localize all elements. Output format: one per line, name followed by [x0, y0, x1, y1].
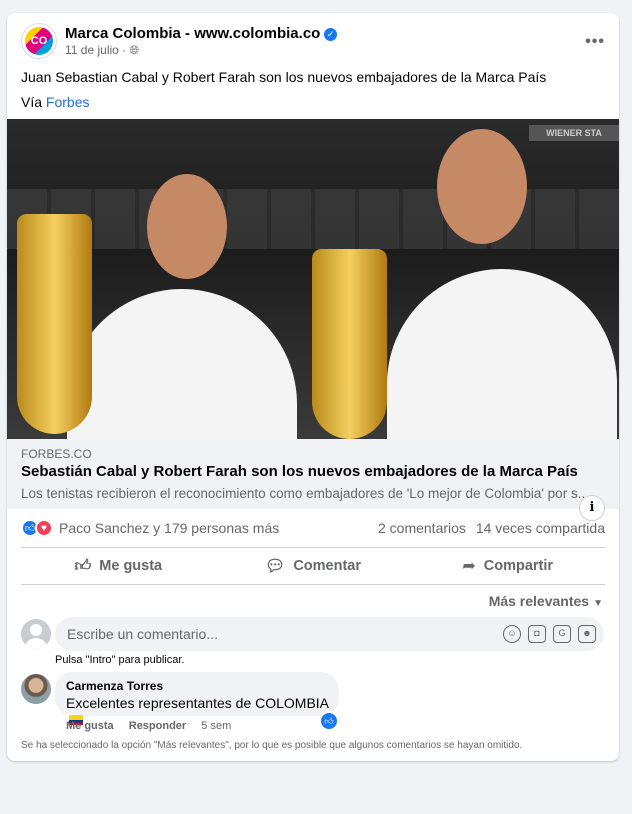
comment-reply-button[interactable]: Responder [129, 720, 186, 732]
caret-down-icon: ▼ [593, 598, 603, 609]
share-label: Compartir [483, 558, 554, 574]
info-icon[interactable]: i [579, 495, 605, 521]
photo-banner-text: WIENER STA [529, 125, 619, 141]
share-button[interactable]: ➦ Compartir [410, 547, 605, 585]
post-meta: 11 de julio · 🌐︎ [65, 43, 139, 58]
love-reaction-icon: ♥ [35, 519, 53, 537]
via-link[interactable]: Forbes [46, 94, 90, 110]
post-via: Vía Forbes [21, 94, 89, 110]
trophy-left [17, 214, 92, 434]
trophy-right [312, 249, 387, 439]
comment-time[interactable]: 5 sem [201, 720, 231, 732]
reactions-summary[interactable]: 👍︎ ♥ Paco Sanchez y 179 personas más [21, 517, 279, 539]
like-label: Me gusta [99, 558, 163, 574]
shares-count[interactable]: 14 veces compartida [476, 520, 605, 536]
player-left-head [147, 174, 227, 279]
like-button[interactable]: 👍︎ Me gusta [21, 547, 216, 585]
page-avatar[interactable]: CO [21, 23, 57, 59]
page-name-text[interactable]: Marca Colombia - www.colombia.co [65, 25, 320, 42]
divider [21, 584, 605, 585]
post-photo[interactable]: WIENER STA [7, 119, 619, 439]
current-user-avatar[interactable] [21, 619, 51, 649]
relevance-notice: Se ha seleccionado la opción "Más releva… [21, 740, 523, 751]
comment-bubble: Carmenza Torres Excelentes representante… [55, 672, 339, 725]
more-options-icon[interactable]: ••• [585, 33, 605, 51]
link-description: Los tenistas recibieron el reconocimient… [21, 486, 589, 501]
post-hint: Pulsa "Intro" para publicar. [55, 654, 185, 666]
comment-text: Excelentes representantes de COLOMBIA [66, 695, 330, 711]
verified-badge-icon: ✓ [324, 28, 338, 41]
comment-button[interactable]: 💬︎ Comentar [216, 547, 411, 585]
share-arrow-icon: ➦ [462, 558, 476, 575]
photo-stands [7, 189, 619, 249]
comment-label: Comentar [293, 558, 361, 574]
emoji-icon[interactable]: ☺ [503, 625, 521, 643]
sort-label: Más relevantes [488, 593, 590, 609]
via-prefix: Vía [21, 94, 46, 110]
comment-actions: Me gusta Responder 5 sem [66, 720, 231, 732]
player-right-head [437, 129, 527, 244]
link-domain: FORBES.CO [21, 447, 92, 461]
globe-icon: 🌐︎ [129, 43, 140, 57]
thumbs-up-icon: 👍︎ [74, 557, 92, 575]
page-name[interactable]: Marca Colombia - www.colombia.co ✓ [65, 25, 338, 42]
link-preview[interactable]: i FORBES.CO Sebastián Cabal y Robert Far… [7, 439, 619, 521]
post-card: CO Marca Colombia - www.colombia.co ✓ 11 … [7, 13, 619, 761]
post-date[interactable]: 11 de julio · [65, 43, 126, 57]
post-counts: 2 comentarios 14 veces compartida [372, 520, 605, 536]
comment-box-icons: ☺ ◘ G ☻ [496, 625, 596, 643]
comment-like-reaction-icon[interactable]: 👍︎ [319, 711, 339, 731]
post-text: Juan Sebastian Cabal y Robert Farah son … [21, 69, 547, 85]
comment-box: ☺ ◘ G ☻ [55, 617, 604, 651]
comments-count[interactable]: 2 comentarios [378, 520, 466, 536]
camera-icon[interactable]: ◘ [528, 625, 546, 643]
player-right [387, 269, 617, 439]
sticker-icon[interactable]: ☻ [578, 625, 596, 643]
commenter-avatar[interactable] [21, 674, 51, 704]
comment-author[interactable]: Carmenza Torres [66, 679, 163, 693]
marca-colombia-logo: CO [25, 27, 53, 55]
gif-icon[interactable]: G [553, 625, 571, 643]
link-title[interactable]: Sebastián Cabal y Robert Farah son los n… [21, 463, 578, 480]
post-actions: 👍︎ Me gusta 💬︎ Comentar ➦ Compartir [21, 547, 605, 585]
reaction-names[interactable]: Paco Sanchez y 179 personas más [59, 520, 279, 536]
speech-bubble-icon: 💬︎ [265, 558, 286, 575]
comment-input[interactable] [55, 617, 495, 651]
comment-like-button[interactable]: Me gusta [66, 720, 114, 732]
player-left [67, 289, 297, 439]
comment-sort-dropdown[interactable]: Más relevantes ▼ [489, 593, 603, 609]
